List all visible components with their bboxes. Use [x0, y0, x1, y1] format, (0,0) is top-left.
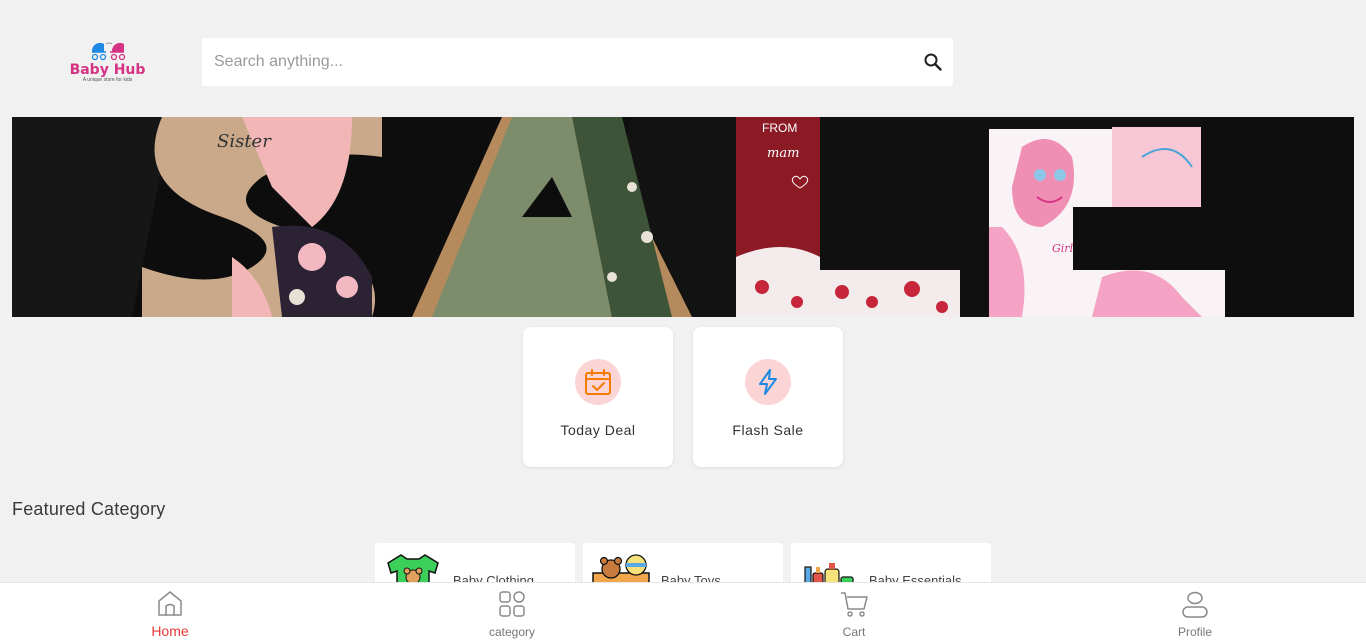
nav-item-profile[interactable]: Profile — [1155, 589, 1235, 639]
nav-item-cart[interactable]: Cart — [814, 589, 894, 639]
banner-from-text: FROM — [762, 121, 797, 135]
grid-icon — [499, 591, 525, 617]
today-deal-card[interactable]: Today Deal — [523, 327, 673, 467]
brand-logo[interactable]: Baby Hub A unique store for kids — [60, 40, 155, 92]
calendar-check-icon — [585, 369, 611, 395]
nav-label-profile: Profile — [1177, 625, 1212, 639]
banner-mam-text: mam — [767, 146, 799, 161]
nav-item-category[interactable]: category — [472, 589, 552, 639]
today-deal-label: Today Deal — [560, 422, 636, 438]
nav-label-cart: Cart — [842, 625, 866, 639]
sale-banner[interactable]: Sister FROM mam Girl — [12, 117, 1354, 317]
nav-item-home[interactable]: Home — [130, 589, 210, 639]
lightning-icon — [759, 369, 777, 395]
nav-label-category: category — [488, 625, 536, 639]
nav-label-home: Home — [151, 623, 189, 639]
banner-sister-text: Sister — [217, 131, 272, 152]
user-icon — [1182, 591, 1208, 618]
search-bar — [202, 38, 953, 86]
brand-name: Baby Hub — [69, 62, 146, 78]
search-icon[interactable] — [921, 50, 945, 74]
sale-banner-image: Sister FROM mam Girl — [12, 117, 1354, 317]
cart-icon — [841, 592, 868, 617]
bottom-navigation: Home category Cart Profile — [0, 582, 1366, 643]
flash-sale-label: Flash Sale — [732, 422, 804, 438]
search-input[interactable] — [202, 38, 902, 86]
home-icon — [158, 591, 182, 616]
featured-category-title: Featured Category — [12, 499, 166, 519]
banner-girl-text: Girl — [1052, 242, 1074, 255]
baby-strollers-icon — [91, 42, 125, 61]
flash-sale-card[interactable]: Flash Sale — [693, 327, 843, 467]
